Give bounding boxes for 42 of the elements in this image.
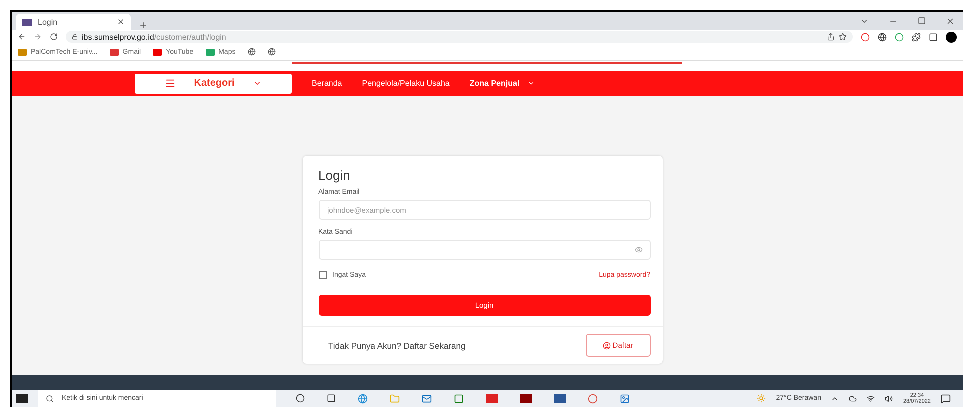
search-icon: [46, 394, 54, 402]
caret-icon: [252, 79, 262, 88]
forward-icon[interactable]: [34, 33, 42, 41]
close-icon[interactable]: [117, 18, 125, 26]
browser-tab[interactable]: Login: [16, 14, 131, 30]
notification-icon[interactable]: [941, 394, 951, 404]
menu-icon: [165, 78, 176, 89]
weather-icon: [757, 394, 766, 403]
lock-icon: [72, 34, 78, 40]
circle-icon[interactable]: [296, 394, 305, 403]
caret-icon: [528, 80, 535, 87]
volume-icon[interactable]: [885, 394, 894, 402]
signup-prompt: Tidak Punya Akun? Daftar Sekarang: [328, 340, 466, 350]
close-icon[interactable]: [946, 16, 955, 26]
wifi-icon[interactable]: [867, 394, 876, 402]
nav-link[interactable]: Pengelola/Pelaku Usaha: [362, 79, 450, 88]
favicon-icon: [22, 18, 32, 26]
globe-icon[interactable]: [248, 48, 256, 56]
profile-avatar[interactable]: [946, 32, 957, 42]
app-icon[interactable]: [454, 394, 464, 404]
browser-icon[interactable]: [358, 394, 368, 404]
nav-link[interactable]: Beranda: [312, 79, 342, 88]
reload-icon[interactable]: [50, 33, 58, 41]
login-title: Login: [318, 168, 352, 183]
nav-link[interactable]: Zona Penjual: [470, 79, 535, 88]
password-field[interactable]: [318, 240, 650, 260]
star-icon: [839, 33, 847, 41]
restore-icon[interactable]: [918, 17, 926, 25]
mail-icon[interactable]: [422, 394, 432, 404]
puzzle-icon[interactable]: [912, 32, 921, 42]
start-icon[interactable]: [16, 394, 28, 403]
photos-icon[interactable]: [620, 394, 630, 404]
back-icon[interactable]: [18, 33, 26, 41]
user-icon: [602, 342, 611, 350]
address-bar[interactable]: ibs.sumselprov.go.id/customer/auth/login: [66, 31, 853, 43]
globe-icon[interactable]: [268, 48, 276, 56]
remember-checkbox[interactable]: [318, 271, 326, 279]
category-button[interactable]: Kategori: [135, 74, 292, 94]
cloud-icon[interactable]: [849, 394, 858, 402]
share-icon: [827, 33, 835, 41]
new-tab-icon[interactable]: [139, 21, 148, 30]
tab-title: Login: [38, 18, 58, 26]
